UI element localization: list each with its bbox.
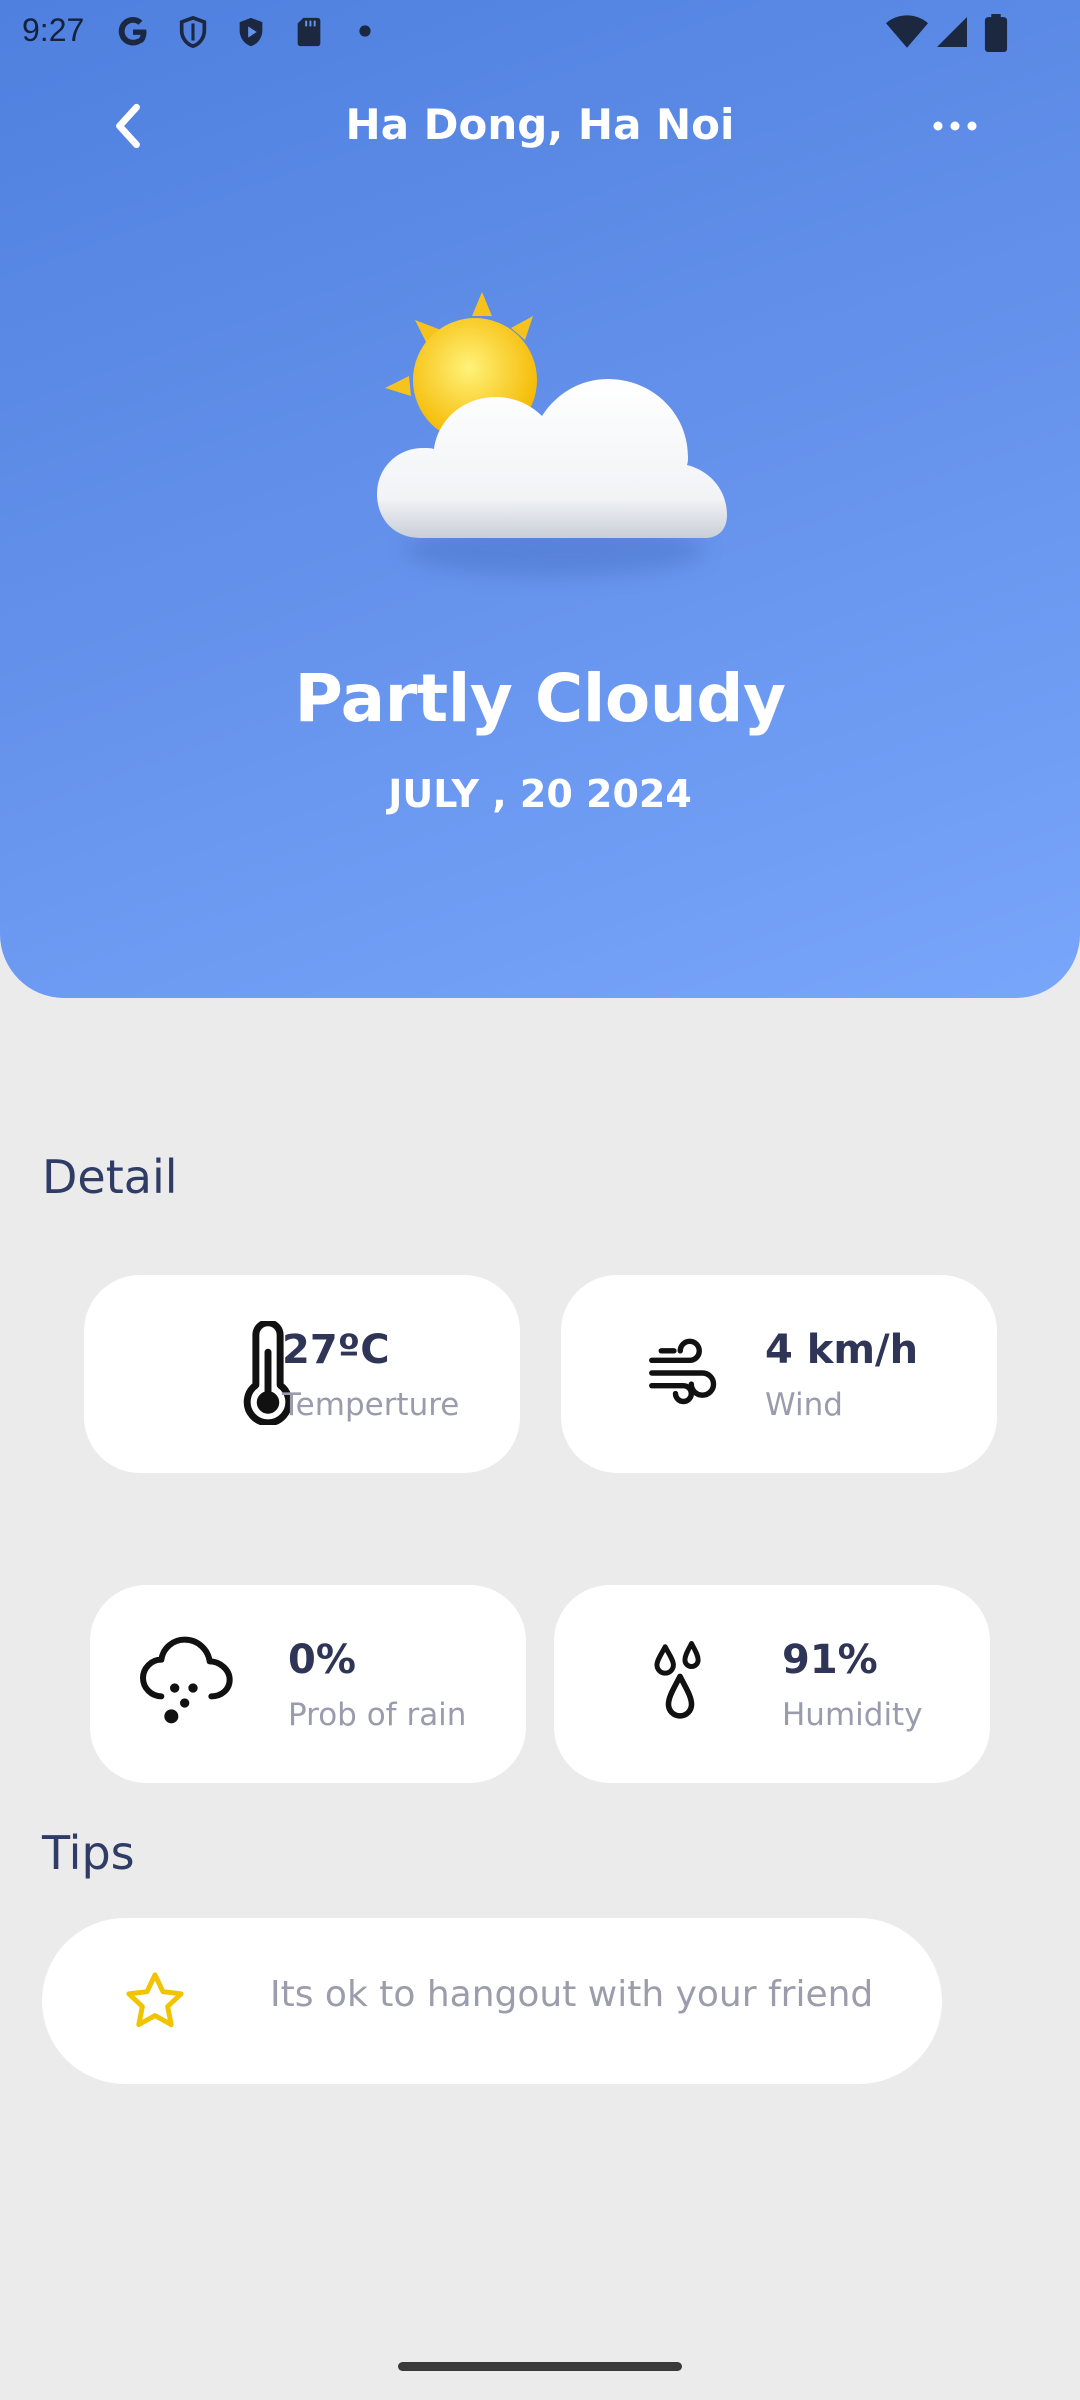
rain-probability-label: Prob of rain xyxy=(288,1697,467,1733)
weather-hero: 9:27 Ha Dong, Ha Noi Partly Cloudy JULY … xyxy=(0,0,1080,998)
tip-text: Its ok to hangout with your friend xyxy=(270,1974,874,2015)
status-time: 9:27 xyxy=(22,12,85,48)
sd-card-icon xyxy=(297,17,321,47)
wind-icon xyxy=(633,1321,737,1425)
more-horizontal-icon xyxy=(933,121,977,131)
wifi-icon xyxy=(886,15,928,48)
dot-icon xyxy=(359,25,371,37)
rain-probability-card[interactable]: 0% Prob of rain xyxy=(90,1585,526,1783)
temperature-card[interactable]: 27ºC Temperture xyxy=(84,1275,520,1473)
humidity-label: Humidity xyxy=(782,1697,923,1733)
star-icon xyxy=(126,1972,184,2028)
humidity-card[interactable]: 91% Humidity xyxy=(554,1585,990,1783)
weather-detail-screen: 9:27 Ha Dong, Ha Noi Partly Cloudy JULY … xyxy=(0,0,1080,2400)
weather-date: JULY , 20 2024 xyxy=(388,772,692,816)
humidity-value: 91% xyxy=(782,1637,878,1683)
rain-probability-value: 0% xyxy=(288,1637,356,1683)
status-bar: 9:27 xyxy=(0,0,1080,64)
wind-card[interactable]: 4 km/h Wind xyxy=(561,1275,997,1473)
tip-card[interactable]: Its ok to hangout with your friend xyxy=(42,1918,942,2084)
google-icon xyxy=(118,17,147,46)
location-title: Ha Dong, Ha Noi xyxy=(345,100,735,149)
humidity-drops-icon xyxy=(628,1631,732,1735)
play-protect-icon xyxy=(239,17,263,47)
temperature-value: 27ºC xyxy=(282,1327,390,1373)
home-indicator[interactable] xyxy=(398,2362,682,2371)
wind-label: Wind xyxy=(765,1387,843,1423)
tips-section-title: Tips xyxy=(42,1826,135,1880)
cloud-rain-icon xyxy=(136,1631,240,1735)
shield-icon xyxy=(179,15,207,49)
wind-value: 4 km/h xyxy=(765,1327,919,1373)
battery-icon xyxy=(984,14,1008,52)
cellular-icon xyxy=(937,17,967,47)
weather-condition: Partly Cloudy xyxy=(294,660,786,737)
app-bar: Ha Dong, Ha Noi xyxy=(0,90,1080,162)
sun-behind-cloud-icon xyxy=(377,292,727,576)
detail-section-title: Detail xyxy=(42,1150,178,1204)
temperature-label: Temperture xyxy=(282,1387,460,1423)
more-options-button[interactable] xyxy=(920,90,990,162)
